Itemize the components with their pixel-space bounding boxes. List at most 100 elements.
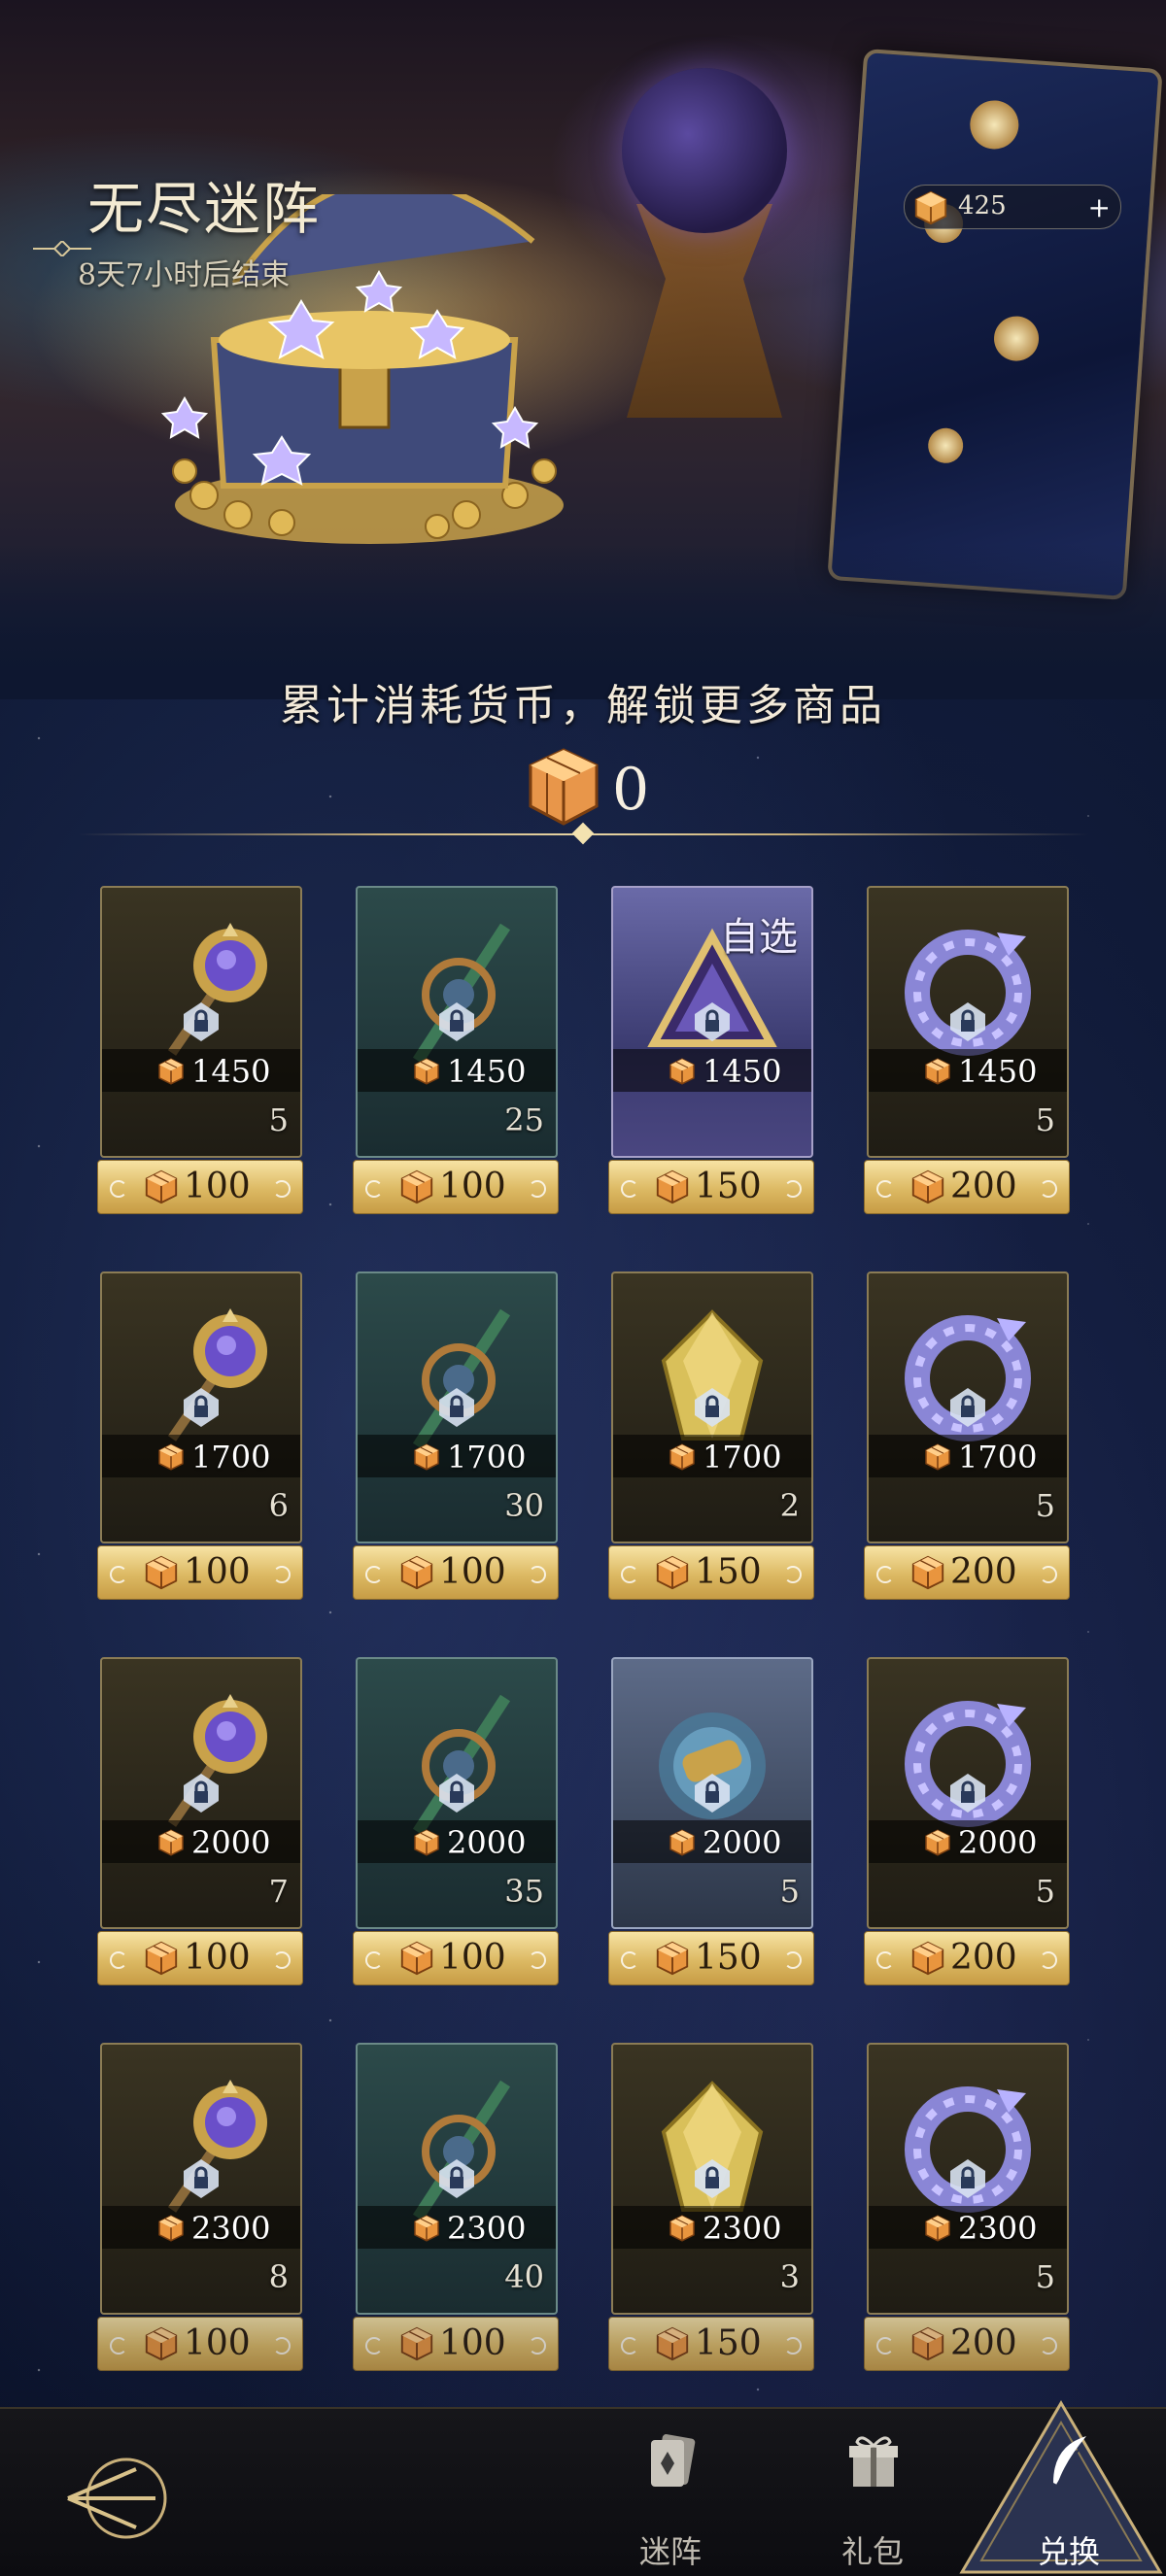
item-card[interactable]: 2000 7	[100, 1657, 302, 1929]
ornament-icon	[529, 2337, 546, 2355]
currency-cube-icon	[158, 1829, 184, 1856]
ornament-icon	[621, 2337, 638, 2355]
unlock-value: 2000	[703, 1824, 782, 1861]
buy-button[interactable]: 100	[353, 2317, 559, 2371]
ornament-icon	[876, 2337, 894, 2355]
price-value: 100	[439, 1552, 506, 1592]
item-card[interactable]: 2300 3	[611, 2043, 813, 2315]
unlock-requirement: 2000	[102, 1820, 300, 1863]
currency-cube-icon	[414, 1058, 439, 1085]
item-card[interactable]: 1700 2	[611, 1271, 813, 1543]
buy-button[interactable]: 100	[353, 1160, 559, 1214]
shop-item[interactable]: 1450 5 100	[97, 886, 303, 1216]
buy-button[interactable]: 100	[353, 1545, 559, 1600]
currency-cube-icon	[400, 2326, 433, 2361]
tab-label: 迷阵	[638, 2533, 702, 2570]
ornament-icon	[365, 1566, 383, 1583]
unlock-requirement: 2300	[613, 2206, 811, 2249]
buy-button[interactable]: 100	[97, 1160, 303, 1214]
buy-button[interactable]: 200	[864, 2317, 1070, 2371]
tab-gift-pack[interactable]: 礼包	[814, 2432, 931, 2570]
currency-cube-icon	[400, 1169, 433, 1204]
stock-count: 5	[779, 1873, 800, 1910]
shop-item[interactable]: 2000 7 100	[97, 1657, 303, 1987]
shop-item[interactable]: 1700 2 150	[608, 1271, 814, 1602]
unlock-requirement: 1450	[102, 1049, 300, 1092]
spent-counter: 0	[525, 746, 719, 833]
currency-cube-icon	[400, 1941, 433, 1976]
currency-cube-icon	[914, 190, 947, 225]
price-value: 100	[184, 1938, 251, 1978]
currency-cube-icon	[925, 1443, 950, 1471]
shop-item[interactable]: 2000 5 150	[608, 1657, 814, 1987]
lock-icon	[184, 2159, 219, 2198]
shop-item[interactable]: 1700 6 100	[97, 1271, 303, 1602]
item-card[interactable]: 2300 8	[100, 2043, 302, 2315]
currency-cube-icon	[656, 1169, 689, 1204]
buy-button[interactable]: 150	[608, 1160, 814, 1214]
currency-balance-pill[interactable]: 425 +	[904, 185, 1121, 229]
shop-item[interactable]: 2300 5 200	[864, 2043, 1070, 2373]
ornament-icon	[365, 1180, 383, 1198]
item-card[interactable]: 2300 40	[356, 2043, 558, 2315]
ornament-icon	[273, 1951, 291, 1969]
item-card[interactable]: 1700 6	[100, 1271, 302, 1543]
bottom-nav: 迷阵 礼包 兑换	[0, 2400, 1166, 2576]
back-arrow-icon[interactable]	[58, 2450, 175, 2547]
buy-button[interactable]: 100	[97, 1545, 303, 1600]
buy-button[interactable]: 100	[97, 1931, 303, 1985]
item-card[interactable]: 2000 5	[611, 1657, 813, 1929]
shop-item[interactable]: 1450 自选 150	[608, 886, 814, 1216]
ornament-icon	[529, 1180, 546, 1198]
item-card[interactable]: 1450 5	[867, 886, 1069, 1158]
unlock-requirement: 1450	[613, 1049, 811, 1092]
price-value: 100	[184, 2323, 251, 2363]
shop-item[interactable]: 2300 40 100	[353, 2043, 559, 2373]
currency-cube-icon	[911, 1941, 944, 1976]
shop-item[interactable]: 1700 5 200	[864, 1271, 1070, 1602]
shop-row: 2300 8 100 2300 40 100 2300 3 150 2300 5…	[97, 2043, 1070, 2373]
ornament-icon	[1040, 2337, 1057, 2355]
currency-cube-icon	[911, 2326, 944, 2361]
buy-button[interactable]: 150	[608, 1545, 814, 1600]
currency-cube-icon	[669, 1829, 695, 1856]
item-card[interactable]: 1450 5	[100, 886, 302, 1158]
buy-button[interactable]: 100	[353, 1931, 559, 1985]
shop-row: 1700 6 100 1700 30 100 1700 2 150 1700 5…	[97, 1271, 1070, 1602]
shop-item[interactable]: 2000 35 100	[353, 1657, 559, 1987]
item-card[interactable]: 1700 30	[356, 1271, 558, 1543]
shop-row: 2000 7 100 2000 35 100 2000 5 150 2000 5…	[97, 1657, 1070, 1987]
item-card[interactable]: 2000 5	[867, 1657, 1069, 1929]
item-card[interactable]: 2000 35	[356, 1657, 558, 1929]
unlock-requirement: 2000	[358, 1820, 556, 1863]
ornament-icon	[784, 2337, 802, 2355]
shop-item[interactable]: 1450 5 200	[864, 886, 1070, 1216]
shop-item[interactable]: 2000 5 200	[864, 1657, 1070, 1987]
ornament-icon	[1040, 1951, 1057, 1969]
event-countdown: 8天7小时后结束	[78, 258, 291, 292]
item-card[interactable]: 1450 25	[356, 886, 558, 1158]
item-card[interactable]: 1450 自选	[611, 886, 813, 1158]
lock-icon	[439, 2159, 474, 2198]
stock-count: 8	[268, 2258, 289, 2295]
shop-item[interactable]: 2300 3 150	[608, 2043, 814, 2373]
tab-maze[interactable]: 迷阵	[612, 2432, 729, 2570]
item-card[interactable]: 1700 5	[867, 1271, 1069, 1543]
ornament-icon	[1040, 1180, 1057, 1198]
buy-button[interactable]: 200	[864, 1160, 1070, 1214]
buy-button[interactable]: 200	[864, 1545, 1070, 1600]
shop-item[interactable]: 2300 8 100	[97, 2043, 303, 2373]
buy-button[interactable]: 150	[608, 2317, 814, 2371]
shop-item[interactable]: 1450 25 100	[353, 886, 559, 1216]
shop-screen: 无尽迷阵 8天7小时后结束 425 + 累计消耗货币，解锁更多商品 0 1450…	[0, 0, 1166, 2576]
buy-button[interactable]: 200	[864, 1931, 1070, 1985]
currency-cube-icon	[158, 1058, 184, 1085]
add-currency-icon[interactable]: +	[1088, 191, 1111, 223]
item-card[interactable]: 2300 5	[867, 2043, 1069, 2315]
tab-exchange[interactable]: 兑换	[1011, 2432, 1127, 2570]
stock-count: 5	[1035, 1102, 1055, 1138]
shop-item[interactable]: 1700 30 100	[353, 1271, 559, 1602]
buy-button[interactable]: 100	[97, 2317, 303, 2371]
buy-button[interactable]: 150	[608, 1931, 814, 1985]
ornament-icon	[784, 1951, 802, 1969]
